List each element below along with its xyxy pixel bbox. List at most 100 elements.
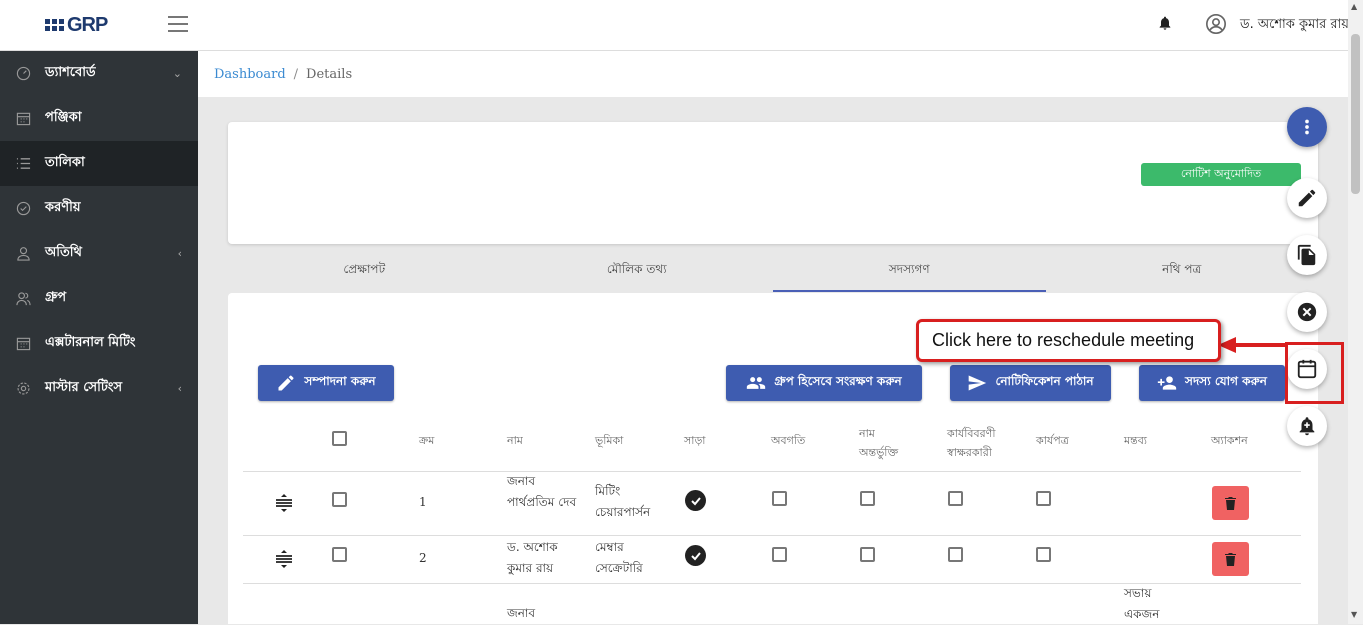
sidebar-item-label: গ্রুপ: [45, 290, 67, 305]
bell-icon[interactable]: [1157, 14, 1173, 32]
breadcrumb-current: Details: [306, 66, 353, 82]
save-as-group-button[interactable]: গ্রুপ হিসেবে সংরক্ষণ করুন: [726, 365, 922, 401]
header-comment: মন্তব্য: [1124, 434, 1148, 447]
row-checkbox[interactable]: [332, 492, 347, 507]
calendar-icon: [16, 337, 31, 351]
add-member-label: সদস্য যোগ করুন: [1185, 374, 1267, 388]
check-circle-icon: [16, 201, 31, 216]
sidebar-item-list[interactable]: তালিকা: [0, 141, 198, 186]
row-name: ড. অশোক কুমার রায়: [507, 540, 558, 575]
minutes-signer-checkbox[interactable]: [948, 547, 963, 562]
header-minutes-signer: কার্যবিবরণী স্বাক্ষরকারী: [947, 427, 996, 459]
minutes-signer-checkbox[interactable]: [948, 491, 963, 506]
scrollbar-thumb[interactable]: [1351, 34, 1360, 194]
pencil-icon: [1298, 189, 1316, 207]
chevron-down-icon: ⌄: [172, 67, 182, 80]
gauge-icon: [16, 66, 31, 81]
breadcrumb-separator: /: [293, 66, 299, 82]
edit-button[interactable]: সম্পাদনা করুন: [258, 365, 394, 401]
sidebar-item-label: অতিথি: [45, 245, 82, 260]
more-actions-button[interactable]: [1287, 107, 1327, 147]
logo-mark: [45, 19, 64, 31]
send-notification-label: নোটিফিকেশন পাঠান: [995, 374, 1094, 388]
add-person-icon: [1157, 376, 1177, 390]
trash-icon: [1225, 496, 1236, 510]
meeting-info-card: নোটিশ অনুমোদিত: [228, 122, 1318, 244]
add-member-button[interactable]: সদস্য যোগ করুন: [1139, 365, 1285, 401]
user-avatar-icon[interactable]: [1205, 13, 1227, 35]
scroll-down-icon[interactable]: ▼: [1351, 610, 1357, 619]
send-notification-button[interactable]: নোটিফিকেশন পাঠান: [950, 365, 1111, 401]
cancel-meeting-button[interactable]: [1287, 292, 1327, 332]
tab-documents[interactable]: নথি পত্র: [1046, 250, 1319, 292]
agenda-checkbox[interactable]: [1036, 547, 1051, 562]
agenda-checkbox[interactable]: [1036, 491, 1051, 506]
reschedule-callout: Click here to reschedule meeting: [916, 319, 1221, 362]
page-scrollbar[interactable]: ▲ ▼: [1348, 0, 1363, 624]
select-all-checkbox[interactable]: [332, 431, 347, 446]
row-serial: 1: [419, 495, 427, 509]
gear-icon: [17, 382, 30, 395]
reschedule-highlight-box: [1285, 342, 1344, 404]
row-divider: [243, 535, 1301, 536]
sidebar-item-dashboard[interactable]: ড্যাশবোর্ড ⌄: [0, 51, 198, 96]
edit-meeting-button[interactable]: [1287, 178, 1327, 218]
row-serial: 2: [419, 551, 427, 565]
progress-checkbox[interactable]: [772, 491, 787, 506]
sidebar-item-external-meeting[interactable]: এক্সটারনাল মিটিং: [0, 321, 198, 366]
list-icon: [16, 158, 31, 169]
save-as-group-label: গ্রুপ হিসেবে সংরক্ষণ করুন: [774, 374, 902, 388]
row-comment: সভায় একজন: [1124, 586, 1160, 621]
row-name: জনাব: [507, 606, 536, 620]
copy-meeting-button[interactable]: [1287, 235, 1327, 275]
header-agenda: কার্যপত্র: [1036, 434, 1069, 447]
group-icon: [16, 292, 31, 306]
delete-button[interactable]: [1212, 486, 1249, 520]
delete-button[interactable]: [1212, 542, 1249, 576]
more-vert-icon: [1305, 119, 1309, 135]
sidebar-item-guest[interactable]: অতিথি ‹: [0, 231, 198, 276]
status-badge: নোটিশ অনুমোদিত: [1141, 163, 1301, 186]
sidebar-item-master-settings[interactable]: মাস্টার সেটিংস ‹: [0, 366, 198, 411]
chevron-left-icon: ‹: [177, 382, 182, 395]
header-response: সাড়া: [684, 434, 706, 447]
drag-handle-icon[interactable]: [274, 550, 294, 568]
name-include-checkbox[interactable]: [860, 547, 875, 562]
send-icon: [969, 375, 987, 391]
header-serial: ক্রম: [419, 434, 435, 447]
row-role: মেম্বার সেক্রেটারি: [595, 540, 643, 575]
sidebar-item-group[interactable]: গ্রুপ: [0, 276, 198, 321]
sidebar-item-label: মাস্টার সেটিংস: [45, 380, 123, 395]
breadcrumb-dashboard-link[interactable]: Dashboard: [214, 67, 286, 82]
add-reminder-button[interactable]: [1287, 406, 1327, 446]
chevron-left-icon: ‹: [177, 247, 182, 260]
edit-button-label: সম্পাদনা করুন: [304, 374, 376, 388]
bell-plus-icon: [1299, 417, 1315, 436]
hamburger-menu-icon[interactable]: [168, 16, 188, 32]
callout-arrow-icon: [1218, 337, 1288, 353]
scroll-up-icon[interactable]: ▲: [1351, 2, 1357, 11]
row-checkbox[interactable]: [332, 547, 347, 562]
sidebar-item-calendar[interactable]: পঞ্জিকা: [0, 96, 198, 141]
top-bar: GRP ড. অশোক কুমার রায়: [0, 0, 1349, 51]
header-progress: অবগতি: [771, 434, 806, 447]
drag-handle-icon[interactable]: [274, 494, 294, 512]
row-divider: [243, 471, 1301, 472]
grp-logo[interactable]: GRP: [45, 12, 108, 38]
sidebar-item-todo[interactable]: করণীয়: [0, 186, 198, 231]
tab-basic-info[interactable]: মৌলিক তথ্য: [501, 250, 774, 292]
response-check-icon: [685, 545, 706, 566]
tab-background[interactable]: প্রেক্ষাপট: [228, 250, 501, 292]
trash-icon: [1225, 552, 1236, 566]
tab-members[interactable]: সদস্যগণ: [773, 250, 1046, 292]
progress-checkbox[interactable]: [772, 547, 787, 562]
calendar-icon: [16, 112, 31, 126]
header-name: নাম: [507, 434, 523, 447]
copy-icon: [1297, 244, 1316, 266]
close-circle-icon: [1297, 302, 1317, 322]
header-name-include: নাম অন্তর্ভুক্তি: [859, 427, 899, 459]
user-name[interactable]: ড. অশোক কুমার রায়: [1240, 15, 1349, 36]
name-include-checkbox[interactable]: [860, 491, 875, 506]
sidebar-item-label: এক্সটারনাল মিটিং: [45, 335, 136, 350]
sidebar-item-label: ড্যাশবোর্ড: [45, 65, 96, 80]
